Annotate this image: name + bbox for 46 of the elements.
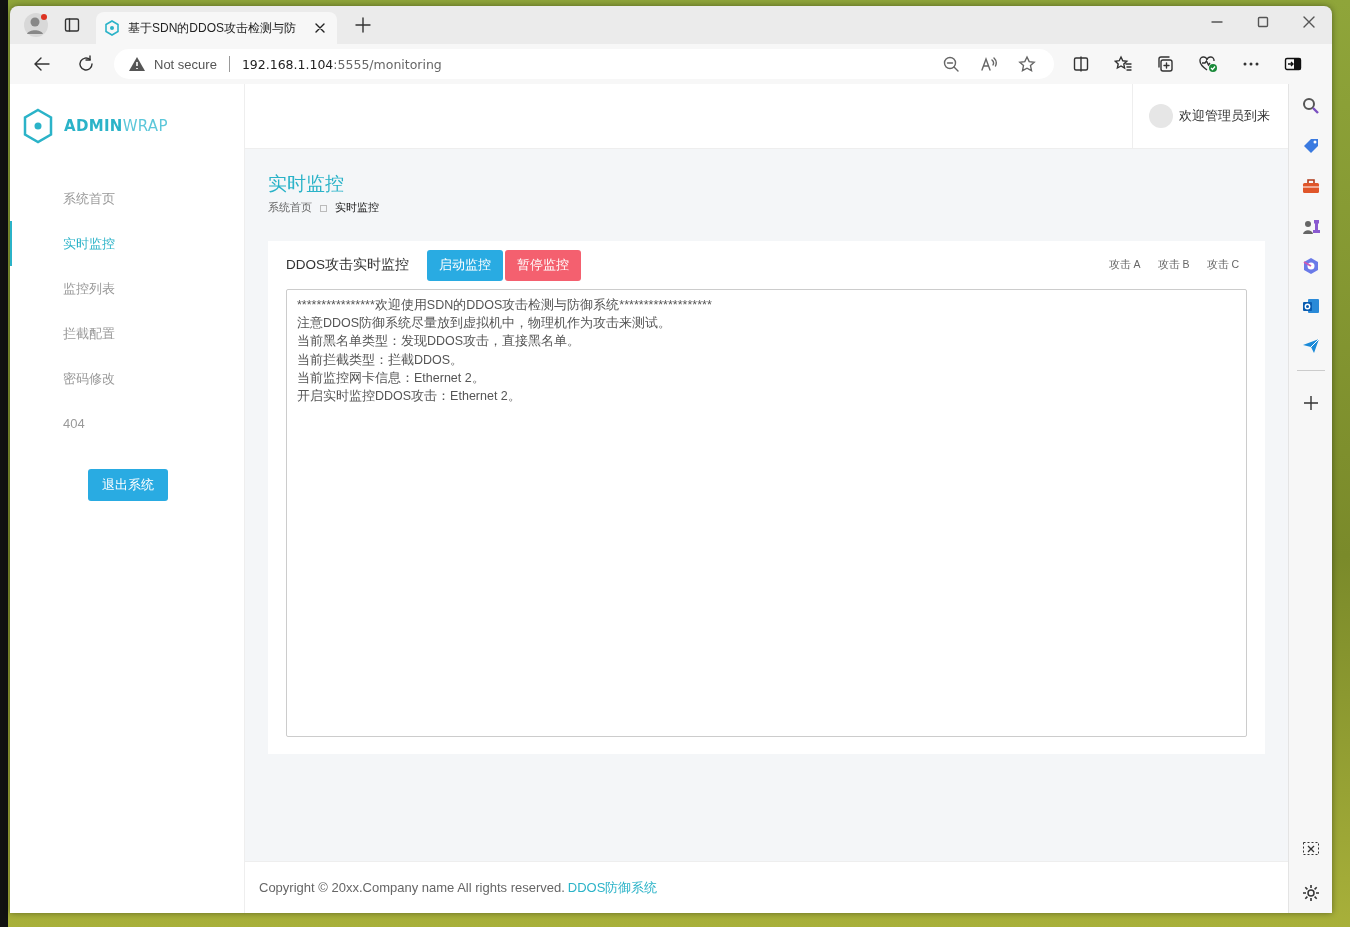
security-label[interactable]: Not secure	[154, 56, 217, 72]
nav-item[interactable]: 拦截配置	[10, 311, 244, 356]
page-title: 实时监控	[268, 172, 345, 195]
footer-link[interactable]: DDOS防御系统	[567, 878, 658, 897]
toolbox-icon[interactable]	[1300, 176, 1321, 196]
logo-text: ADMINWRAP	[64, 117, 168, 135]
split-screen-icon[interactable]	[1072, 55, 1090, 73]
browser-tab[interactable]: 基于SDN的DDOS攻击检测与防	[96, 12, 337, 44]
breadcrumb-link[interactable]: 系统首页	[268, 201, 312, 215]
health-icon[interactable]	[1198, 55, 1218, 73]
sidebar-toggle-icon[interactable]	[1284, 55, 1302, 73]
favorites-icon[interactable]	[1114, 55, 1132, 73]
warning-icon	[128, 56, 146, 72]
nav-item[interactable]: 404	[10, 401, 244, 446]
star-icon[interactable]	[1018, 55, 1036, 73]
profile-icon[interactable]	[23, 12, 49, 38]
start-button[interactable]: 启动监控	[427, 249, 503, 281]
pause-button[interactable]: 暂停监控	[505, 249, 581, 281]
logo-icon	[22, 108, 54, 144]
new-tab-icon[interactable]	[354, 16, 372, 34]
attack-link[interactable]: 攻击 A	[1108, 258, 1141, 272]
user-avatar	[1149, 104, 1173, 128]
copyright-text: Copyright © 20xx.Company name All rights reserved.	[259, 880, 565, 895]
logout-button[interactable]: 退出系统	[88, 469, 168, 501]
card-title: DDOS攻击实时监控	[286, 256, 409, 274]
zoom-out-icon[interactable]	[942, 55, 960, 73]
nav-item[interactable]: 系统首页	[10, 176, 244, 221]
nav-item[interactable]: 实时监控	[10, 221, 244, 266]
address-field[interactable]: Not secure 192.168.1.104:5555/monitoring	[114, 49, 1054, 79]
back-icon[interactable]	[33, 55, 51, 73]
url-text[interactable]: 192.168.1.104:5555/monitoring	[241, 56, 442, 72]
collections-icon[interactable]	[1156, 55, 1174, 73]
refresh-icon[interactable]	[77, 55, 95, 73]
welcome-text: 欢迎管理员到来	[1179, 107, 1270, 125]
separator-icon	[320, 204, 327, 212]
attack-link[interactable]: 攻击 B	[1157, 258, 1190, 272]
breadcrumb-current: 实时监控	[335, 201, 379, 215]
hexagon-icon	[104, 20, 120, 36]
search-icon[interactable]	[1300, 96, 1321, 116]
tab-actions-icon[interactable]	[63, 16, 81, 34]
settings-icon[interactable]	[1300, 883, 1321, 903]
nav-item[interactable]: 密码修改	[10, 356, 244, 401]
nav-item[interactable]: 监控列表	[10, 266, 244, 311]
log-output: ****************欢迎使用SDN的DDOS攻击检测与防御系统******************* 注意DDOS防御系统尽量放到虚拟机中，物理机作为攻击来测试。 当前黑名单类型：发现DDOS攻击，直接黑名单。 当前拦截类型：拦截DDOS。 当前监控网卡信息：Ethernet 2。 开启实时监控DDOS攻击：Ethernet 2。	[286, 289, 1247, 737]
attack-link[interactable]: 攻击 C	[1206, 258, 1239, 272]
read-aloud-icon[interactable]	[980, 55, 998, 73]
